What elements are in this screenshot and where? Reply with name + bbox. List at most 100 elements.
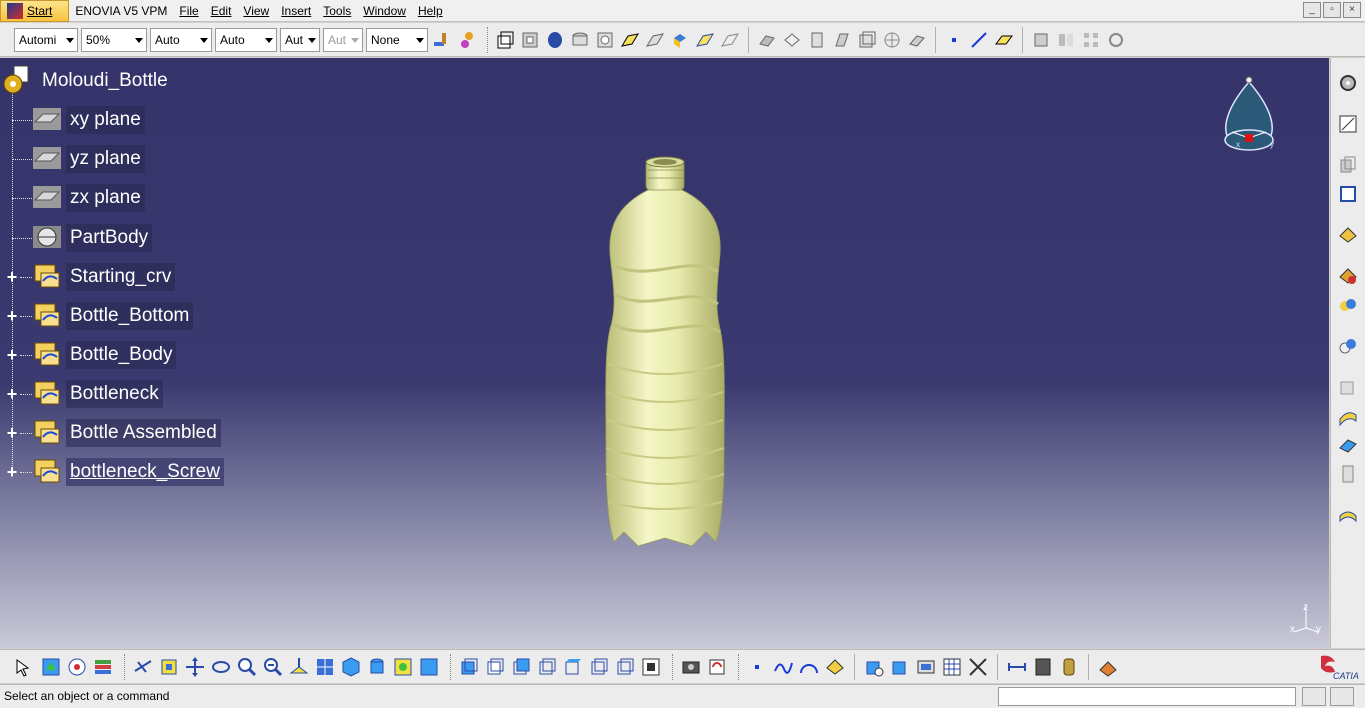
tree-item-label[interactable]: Bottle Assembled (66, 419, 221, 447)
layers-icon[interactable] (92, 656, 114, 678)
circle-arc-icon[interactable] (798, 656, 820, 678)
view-iso-cube-icon[interactable] (614, 656, 636, 678)
close-button[interactable]: × (1343, 2, 1361, 18)
mirror-icon[interactable] (1055, 29, 1077, 51)
stiffener-icon[interactable] (719, 29, 741, 51)
boolean-icon[interactable] (1337, 154, 1359, 176)
sketch-plane-icon[interactable] (824, 656, 846, 678)
expand-icon[interactable]: + (4, 463, 20, 481)
offset-icon[interactable] (1337, 335, 1359, 357)
update-icon[interactable] (706, 656, 728, 678)
minimize-button[interactable]: _ (1303, 2, 1321, 18)
shading-icon[interactable] (366, 656, 388, 678)
workbench-gear-icon[interactable] (1337, 72, 1359, 94)
tree-root-label[interactable]: Moloudi_Bottle (38, 67, 172, 95)
trim-icon[interactable] (1337, 294, 1359, 316)
tree-item-label[interactable]: Bottle_Bottom (66, 302, 194, 330)
expand-icon[interactable]: + (4, 268, 20, 286)
sweep-icon[interactable] (1337, 376, 1359, 398)
rectangular-pattern-icon[interactable] (1080, 29, 1102, 51)
pan-icon[interactable] (184, 656, 206, 678)
measure-item-icon[interactable] (889, 656, 911, 678)
layer-combo[interactable]: None (366, 27, 428, 52)
tree-item-label[interactable]: zx plane (66, 184, 145, 212)
tree-item-label[interactable]: xy plane (66, 106, 145, 134)
view-front-icon[interactable] (458, 656, 480, 678)
sketcher-icon[interactable] (1337, 113, 1359, 135)
zoom-in-icon[interactable] (236, 656, 258, 678)
fly-through-icon[interactable] (132, 656, 154, 678)
removed-multi-section-icon[interactable] (694, 29, 716, 51)
view-left-icon[interactable] (510, 656, 532, 678)
menu-tools[interactable]: Tools (317, 0, 357, 22)
tree-item-label[interactable]: Bottle_Body (66, 341, 177, 369)
slot-icon[interactable] (644, 29, 666, 51)
apply-material-icon[interactable] (1097, 656, 1119, 678)
command-options-button[interactable] (1302, 687, 1326, 706)
tree-item-label[interactable]: yz plane (66, 145, 145, 173)
color-combo[interactable]: Automi (14, 27, 78, 52)
dimension-icon[interactable] (1006, 656, 1028, 678)
menu-file[interactable]: File (173, 0, 204, 22)
split-icon[interactable] (1337, 265, 1359, 287)
named-views-icon[interactable] (640, 656, 662, 678)
3d-viewport[interactable]: Moloudi_Bottle xy plane yz plane zx plan… (0, 58, 1329, 648)
expand-icon[interactable]: + (4, 307, 20, 325)
shaft-icon[interactable] (544, 29, 566, 51)
blend-icon[interactable] (1337, 463, 1359, 485)
menu-insert[interactable]: Insert (275, 0, 317, 22)
paintbrush-icon[interactable] (431, 29, 453, 51)
transparency-combo[interactable]: 50% (81, 27, 147, 52)
constraint-icon[interactable] (915, 656, 937, 678)
menu-view[interactable]: View (237, 0, 275, 22)
fly-mode-icon[interactable] (40, 656, 62, 678)
capture-camera-icon[interactable] (680, 656, 702, 678)
line-type-combo[interactable]: Auto (215, 27, 277, 52)
measure-between-icon[interactable] (863, 656, 885, 678)
fill-icon[interactable] (1337, 434, 1359, 456)
thickness-icon[interactable] (856, 29, 878, 51)
line-icon[interactable] (968, 29, 990, 51)
multi-section-solid-icon[interactable] (669, 29, 691, 51)
snap-icon[interactable] (967, 656, 989, 678)
zoom-out-icon[interactable] (262, 656, 284, 678)
fillet-icon[interactable] (756, 29, 778, 51)
shell-icon[interactable] (831, 29, 853, 51)
line-thickness-combo[interactable]: Auto (150, 27, 212, 52)
swap-visible-space-icon[interactable] (418, 656, 440, 678)
formula-icon[interactable] (1058, 656, 1080, 678)
expand-icon[interactable]: + (4, 385, 20, 403)
tree-item-label[interactable]: Starting_crv (66, 263, 176, 291)
pad-icon[interactable] (494, 29, 516, 51)
command-input[interactable] (998, 687, 1296, 706)
menu-help[interactable]: Help (412, 0, 449, 22)
select-icon[interactable] (14, 656, 36, 678)
view-bottom-icon[interactable] (588, 656, 610, 678)
groove-icon[interactable] (594, 29, 616, 51)
restore-button[interactable]: ▫ (1323, 2, 1341, 18)
hide-show-icon[interactable] (392, 656, 414, 678)
join-icon[interactable] (1337, 224, 1359, 246)
thread-icon[interactable] (881, 29, 903, 51)
menu-window[interactable]: Window (357, 0, 412, 22)
properties-painter-icon[interactable] (456, 29, 478, 51)
tree-item-label-current[interactable]: bottleneck_Screw (66, 458, 224, 486)
chamfer-icon[interactable] (781, 29, 803, 51)
remove-face-icon[interactable] (906, 29, 928, 51)
compass-view-icon[interactable] (66, 656, 88, 678)
surface-icon[interactable] (1337, 405, 1359, 427)
multi-section-surface-icon[interactable] (1337, 504, 1359, 526)
menu-enovia[interactable]: ENOVIA V5 VPM (69, 0, 173, 22)
extract-icon[interactable] (1337, 183, 1359, 205)
bottle-model[interactable] (590, 154, 740, 554)
rotate-icon[interactable] (210, 656, 232, 678)
start-menu[interactable]: Start (0, 0, 70, 22)
iso-view-icon[interactable] (340, 656, 362, 678)
view-right-icon[interactable] (536, 656, 558, 678)
draft-icon[interactable] (806, 29, 828, 51)
spline-icon[interactable] (772, 656, 794, 678)
tree-item-label[interactable]: Bottleneck (66, 380, 163, 408)
pocket-icon[interactable] (519, 29, 541, 51)
translation-icon[interactable] (1030, 29, 1052, 51)
normal-view-icon[interactable] (288, 656, 310, 678)
